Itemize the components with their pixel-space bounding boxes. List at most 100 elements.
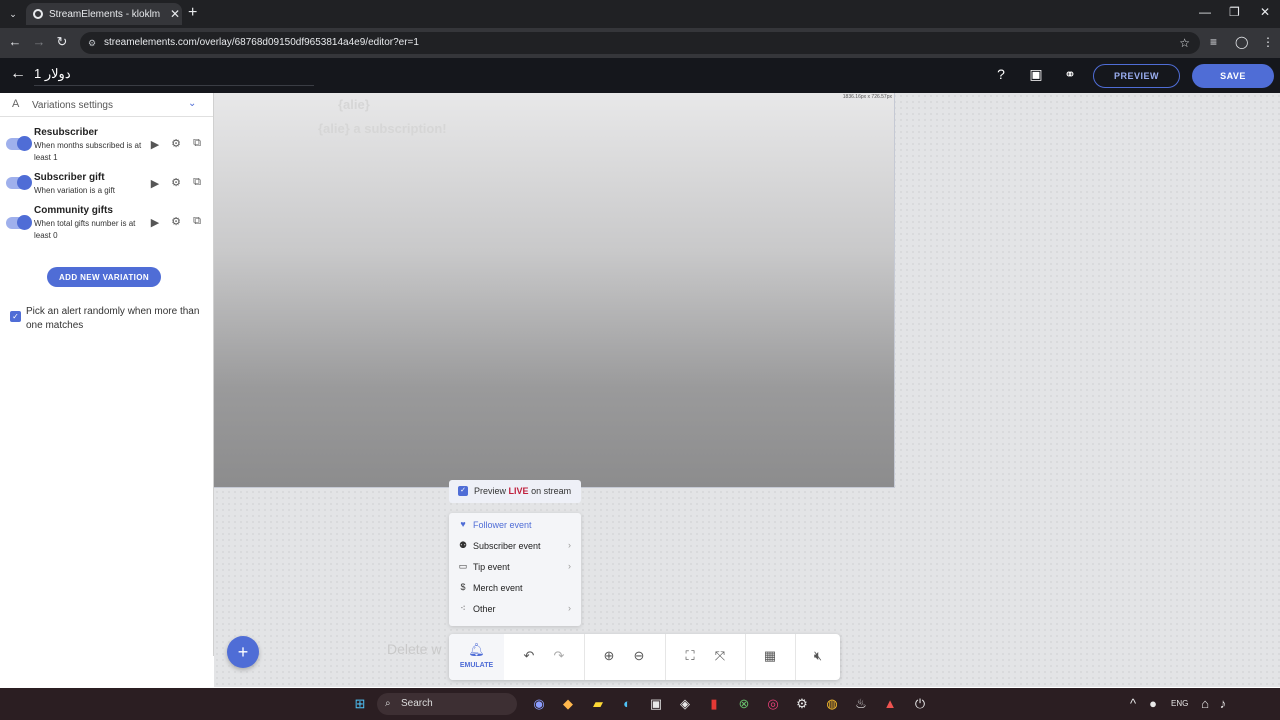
mute-icon[interactable]: 🔇︎ — [809, 648, 827, 664]
preview-live-checkbox[interactable]: ✓ — [458, 486, 468, 496]
volume-icon[interactable]: ♪ — [1214, 696, 1232, 711]
fit-screen-icon[interactable]: ⤧ — [711, 648, 729, 664]
random-pick-label: Pick an alert randomly when more than on… — [26, 306, 200, 331]
profile-icon[interactable]: ◯ — [1235, 35, 1248, 49]
grid-icon[interactable]: ▦ — [761, 648, 779, 664]
tab-close-icon[interactable]: ✕ — [168, 7, 182, 21]
editor-workspace[interactable]: 1836.16px x 726.57px {alie} {alie} a sub… — [214, 93, 1280, 687]
screen-settings-icon[interactable]: ▣ — [1026, 66, 1046, 83]
tab-search-icon[interactable]: ⌄ — [4, 5, 22, 23]
back-icon[interactable]: ← — [6, 34, 24, 49]
random-pick-checkbox[interactable]: ✓ — [10, 311, 21, 322]
preview-live-option[interactable]: ✓ Preview LIVE on stream — [449, 480, 581, 503]
zoom-in-icon[interactable]: ⊕ — [600, 648, 618, 664]
undo-icon[interactable]: ↶ — [520, 648, 538, 664]
forward-icon[interactable]: → — [30, 34, 48, 49]
app-icon[interactable]: ▲ — [881, 696, 899, 711]
play-icon[interactable]: ▶ — [148, 216, 162, 229]
scatter-icon: ⁖ — [460, 603, 466, 613]
search-icon: ⌕ — [385, 698, 391, 709]
instagram-icon[interactable]: ◎ — [764, 696, 782, 712]
edge-icon[interactable]: ◐ — [618, 696, 636, 711]
tray-chevron-icon[interactable]: ^ — [1124, 696, 1142, 711]
preview-live-label: Preview LIVE on stream — [474, 486, 572, 496]
menu-item-label: Merch event — [473, 583, 523, 593]
bookmark-star-icon[interactable]: ☆ — [1179, 32, 1190, 54]
fullscreen-icon[interactable]: ⛶ — [681, 648, 699, 664]
language-indicator[interactable]: ENG — [1171, 699, 1188, 708]
reload-icon[interactable]: ↻ — [53, 34, 71, 50]
taskbar-search[interactable]: ⌕ Search — [377, 693, 517, 715]
steam-icon[interactable]: ♨ — [852, 696, 870, 712]
variation-title: Community gifts — [34, 205, 113, 216]
app-icon[interactable]: ▮ — [705, 696, 723, 712]
canvas-dimensions: 1836.16px x 726.57px — [842, 94, 892, 100]
app-icon[interactable]: ⚙ — [793, 696, 811, 712]
copy-icon[interactable]: ⧉ — [190, 137, 204, 150]
menu-item-label: Follower event — [473, 520, 532, 530]
new-tab-icon[interactable]: + — [188, 4, 197, 22]
help-icon[interactable]: ? — [991, 66, 1011, 82]
copy-icon[interactable]: ⧉ — [190, 215, 204, 228]
overlay-canvas[interactable]: 1836.16px x 726.57px {alie} {alie} a sub… — [214, 93, 895, 488]
gear-icon[interactable]: ⚙ — [169, 176, 183, 189]
heart-icon: ♥ — [460, 519, 466, 529]
gear-icon[interactable]: ⚙ — [169, 137, 183, 150]
toolbar-divider — [795, 634, 796, 680]
emulate-button[interactable]: 🔔︎ EMULATE — [449, 634, 504, 680]
text-style-icon: A — [12, 98, 20, 110]
menu-item-merch-event[interactable]: $ Merch event — [449, 577, 581, 598]
chevron-down-icon[interactable]: ⌄ — [188, 98, 196, 109]
redo-icon[interactable]: ↷ — [550, 648, 568, 664]
url-field[interactable]: ⚙ streamelements.com/overlay/68768d09150… — [80, 32, 1200, 54]
browser-tab[interactable]: StreamElements - kloklm ✕ — [26, 3, 182, 25]
microphone-icon[interactable]: ● — [1144, 696, 1162, 711]
dollar-icon: $ — [460, 582, 466, 592]
window-close-icon[interactable]: ✕ — [1260, 5, 1270, 19]
add-new-variation-button[interactable]: ADD NEW VARIATION — [47, 267, 161, 287]
chrome-icon[interactable]: ◍ — [823, 696, 841, 712]
copy-icon[interactable]: ⧉ — [190, 176, 204, 189]
play-icon[interactable]: ▶ — [148, 138, 162, 151]
variation-toggle[interactable] — [6, 136, 32, 151]
taskbar-search-placeholder: Search — [401, 698, 433, 709]
discord-icon[interactable]: ◉ — [530, 696, 548, 712]
preview-button[interactable]: PREVIEW — [1093, 64, 1180, 88]
variations-settings-header[interactable]: A Variations settings ⌄ — [0, 93, 213, 117]
add-widget-button[interactable]: + — [227, 636, 259, 668]
zoom-out-icon[interactable]: ⊖ — [630, 648, 648, 664]
app-icon[interactable]: ⏻ — [911, 696, 929, 712]
menu-item-follower-event[interactable]: ♥ Follower event — [449, 514, 581, 535]
site-info-icon[interactable]: ⚙ — [88, 32, 96, 54]
minimize-icon[interactable]: — — [1199, 5, 1211, 19]
save-button[interactable]: SAVE — [1192, 64, 1274, 88]
variation-item-subscriber-gift[interactable]: Subscriber gift When variation is a gift… — [0, 172, 213, 202]
app-icon[interactable]: ◆ — [559, 696, 577, 712]
variation-toggle[interactable] — [6, 215, 32, 230]
network-icon[interactable]: ⌂ — [1196, 696, 1214, 711]
variation-item-community-gifts[interactable]: Community gifts When total gifts number … — [0, 205, 213, 241]
store-icon[interactable]: ▣ — [647, 696, 665, 712]
bell-icon: 🔔︎ — [468, 642, 485, 657]
link-icon[interactable]: ⚭ — [1060, 66, 1080, 83]
file-explorer-icon[interactable]: ▰ — [589, 696, 607, 712]
canvas-ghost-text: {alie} — [338, 97, 370, 112]
play-icon[interactable]: ▶ — [148, 177, 162, 190]
editor-back-icon[interactable]: ← — [10, 65, 26, 83]
menu-item-tip-event[interactable]: ▭ Tip event › — [449, 556, 581, 577]
xbox-icon[interactable]: ⊗ — [735, 696, 753, 712]
variation-toggle[interactable] — [6, 175, 32, 190]
app-icon[interactable]: ◈ — [676, 696, 694, 712]
menu-item-subscriber-event[interactable]: ⚉ Subscriber event › — [449, 535, 581, 556]
overlay-name-input[interactable]: دولار 1 — [34, 66, 71, 82]
card-icon: ▭ — [458, 561, 468, 571]
gear-icon[interactable]: ⚙ — [169, 215, 183, 228]
variation-item-resubscriber[interactable]: Resubscriber When months subscribed is a… — [0, 127, 213, 163]
restore-icon[interactable]: ❐ — [1229, 5, 1240, 19]
menu-item-other[interactable]: ⁖ Other › — [449, 598, 581, 619]
chevron-right-icon: › — [568, 603, 571, 613]
toolbar-divider — [665, 634, 666, 680]
browser-menu-icon[interactable]: ⋮ — [1262, 35, 1274, 49]
reading-list-icon[interactable]: ≡ — [1210, 35, 1217, 49]
windows-start-icon[interactable]: ⊞ — [351, 696, 369, 712]
